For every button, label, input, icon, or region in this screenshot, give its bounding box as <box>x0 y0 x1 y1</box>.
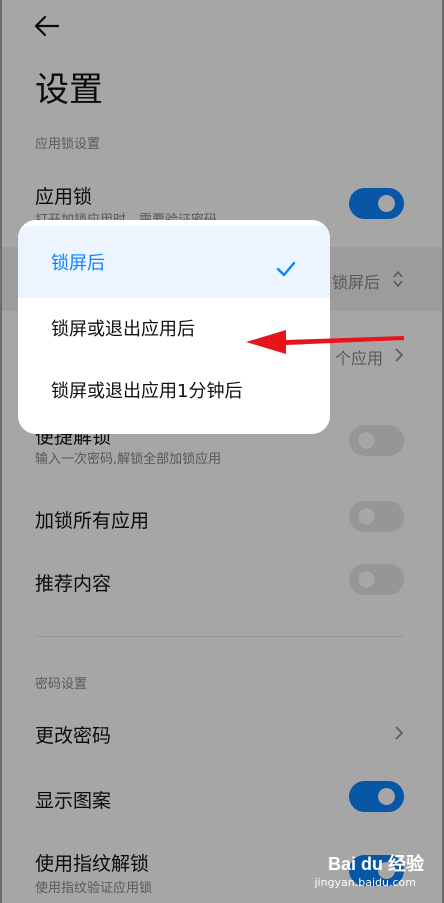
option-label: 锁屏或退出应用1分钟后 <box>51 381 243 402</box>
option-after-screen-lock[interactable]: 锁屏后 <box>18 226 330 298</box>
checkmark-icon <box>276 261 296 277</box>
dim-overlay[interactable] <box>0 0 444 903</box>
watermark-url: jingyan.baidu.com <box>314 876 416 889</box>
annotation-arrow-icon <box>246 330 404 354</box>
option-label: 锁屏后 <box>51 253 105 274</box>
option-label: 锁屏或退出应用后 <box>51 319 195 340</box>
watermark-brand: Bai du 经验 <box>328 853 425 874</box>
